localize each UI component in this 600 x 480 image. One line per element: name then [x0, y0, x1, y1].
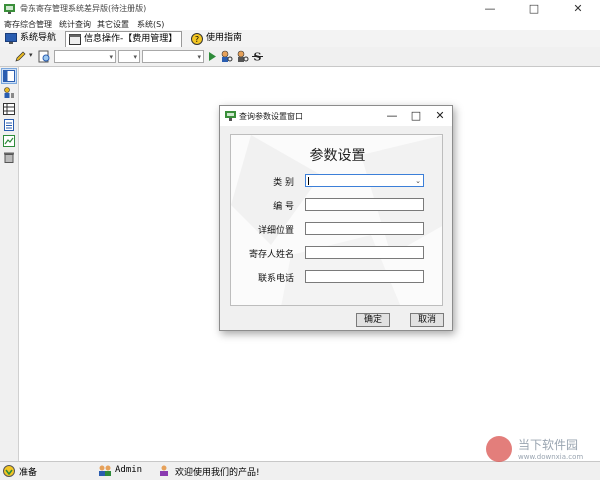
- cancel-button[interactable]: 取消: [410, 313, 444, 327]
- dialog-form-panel: 参数设置 类 别 ⌄ 编 号 详细位置 寄存人姓名 联系电话: [230, 134, 443, 306]
- phone-label: 联系电话: [257, 274, 294, 284]
- watermark-logo-icon: [486, 436, 512, 462]
- dialog-heading: 参数设置: [309, 148, 366, 164]
- depositor-name-input[interactable]: [305, 246, 424, 259]
- number-input[interactable]: [305, 198, 424, 211]
- filter-combo-2[interactable]: ▾: [118, 50, 140, 63]
- menu-storage-management[interactable]: 寄存综合管理: [4, 19, 52, 30]
- chevron-down-icon: ▾: [109, 53, 113, 61]
- preview-icon[interactable]: [38, 50, 51, 63]
- document-icon[interactable]: [3, 119, 15, 131]
- minimize-button[interactable]: —: [468, 0, 512, 18]
- tab-bar: 系统导航 信息操作-【费用管理】 ? 使用指南: [0, 30, 600, 48]
- maximize-button[interactable]: □: [512, 0, 556, 18]
- dialog-maximize-button[interactable]: □: [404, 106, 428, 126]
- chevron-down-icon: ▾: [133, 53, 137, 61]
- tab-label: 系统导航: [20, 33, 57, 43]
- sidebar: [0, 67, 19, 461]
- number-label: 编 号: [273, 202, 294, 212]
- dialog-title-bar[interactable]: 查询参数设置窗口 — □ ✕: [220, 106, 452, 126]
- dialog-minimize-button[interactable]: —: [380, 106, 404, 126]
- dialog-title: 查询参数设置窗口: [239, 112, 303, 121]
- table-icon[interactable]: [3, 103, 15, 115]
- monitor-icon: [5, 33, 17, 44]
- group-icon: [160, 465, 168, 476]
- ready-icon: [3, 465, 15, 477]
- watermark-url: www.downxia.com: [518, 453, 584, 461]
- users-icon: [99, 465, 111, 476]
- location-label: 详细位置: [257, 226, 294, 236]
- category-label: 类 别: [273, 178, 294, 188]
- location-input[interactable]: [305, 222, 424, 235]
- trash-icon[interactable]: [3, 151, 15, 163]
- category-select[interactable]: ⌄: [305, 174, 424, 187]
- window-icon: [69, 34, 81, 45]
- ok-button[interactable]: 确定: [356, 313, 390, 327]
- status-user: Admin: [115, 465, 143, 475]
- panel-icon[interactable]: [3, 70, 15, 82]
- dialog-close-button[interactable]: ✕: [428, 106, 452, 126]
- query-parameter-dialog: 查询参数设置窗口 — □ ✕ 参数设置 类 别 ⌄ 编 号 详细位置 寄存人姓名…: [219, 105, 453, 331]
- phone-input[interactable]: [305, 270, 424, 283]
- toolbar: ▾ ▾ ▾ ▾ S: [0, 47, 600, 67]
- chevron-down-icon[interactable]: ▾: [29, 51, 33, 59]
- watermark: 当下软件园 www.downxia.com: [486, 434, 596, 466]
- app-icon: [225, 111, 236, 121]
- status-welcome: 欢迎使用我们的产品!: [175, 468, 260, 478]
- depositor-name-label: 寄存人姓名: [248, 250, 294, 260]
- status-ready: 准备: [19, 468, 38, 478]
- find-user-icon-2[interactable]: [236, 50, 249, 63]
- chevron-down-icon: ⌄: [415, 177, 421, 185]
- tab-user-guide[interactable]: ? 使用指南: [188, 31, 246, 46]
- play-icon[interactable]: [206, 50, 219, 63]
- strikethrough-icon[interactable]: S: [251, 50, 264, 63]
- key-user-icon[interactable]: [3, 87, 15, 99]
- svg-text:?: ?: [195, 35, 199, 44]
- chart-icon[interactable]: [3, 135, 15, 147]
- app-icon: [4, 4, 15, 14]
- find-user-icon[interactable]: [220, 50, 233, 63]
- close-button[interactable]: ✕: [556, 0, 600, 18]
- pencil-icon[interactable]: [14, 50, 27, 63]
- filter-combo-3[interactable]: ▾: [142, 50, 204, 63]
- tab-label: 信息操作-【费用管理】: [84, 34, 178, 44]
- tab-system-navigation[interactable]: 系统导航: [2, 31, 60, 46]
- window-title: 骨东寄存管理系统差异版(待注册版): [20, 4, 147, 13]
- chevron-down-icon: ▾: [197, 53, 201, 61]
- menu-bar: 寄存综合管理 统计查询 其它设置 系统(S): [0, 18, 600, 30]
- menu-other-settings[interactable]: 其它设置: [97, 19, 129, 30]
- help-icon: ?: [191, 33, 203, 45]
- title-bar: 骨东寄存管理系统差异版(待注册版) — □ ✕: [0, 0, 600, 18]
- menu-statistics[interactable]: 统计查询: [59, 19, 91, 30]
- text-caret: [308, 177, 309, 185]
- watermark-name: 当下软件园: [518, 438, 579, 452]
- menu-system[interactable]: 系统(S): [137, 19, 164, 30]
- filter-combo-1[interactable]: ▾: [54, 50, 116, 63]
- tab-label: 使用指南: [206, 33, 243, 43]
- tab-info-operation[interactable]: 信息操作-【费用管理】: [65, 31, 183, 47]
